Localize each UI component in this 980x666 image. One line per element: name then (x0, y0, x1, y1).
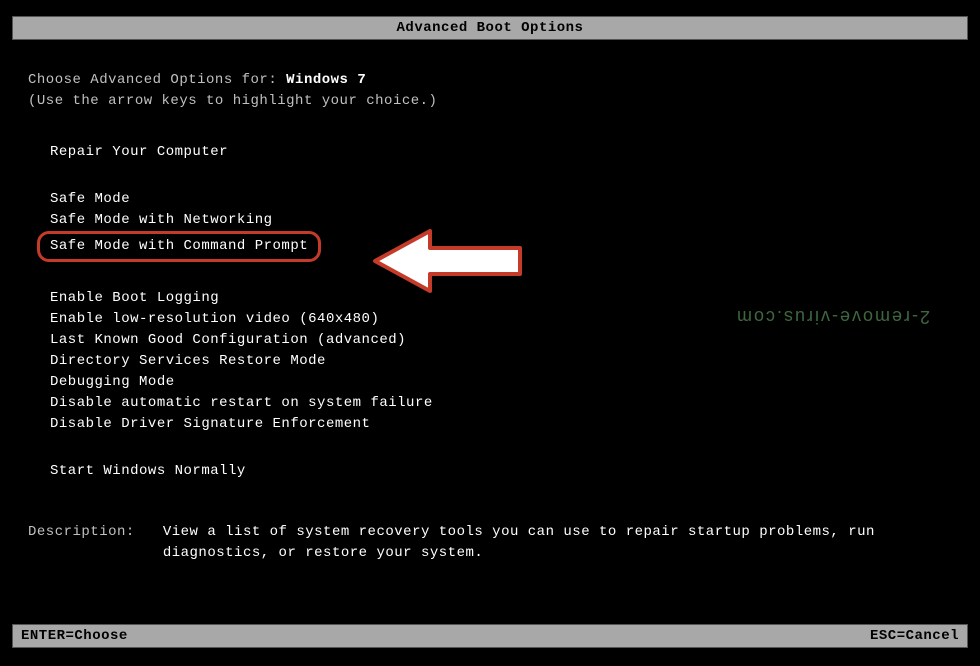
footer-bar: ENTER=Choose ESC=Cancel (12, 624, 968, 648)
menu-debugging[interactable]: Debugging Mode (50, 372, 952, 393)
os-name: Windows 7 (286, 72, 366, 88)
menu-repair[interactable]: Repair Your Computer (50, 142, 952, 163)
menu-safe-mode[interactable]: Safe Mode (50, 189, 952, 210)
intro-block: Choose Advanced Options for: Windows 7 (… (28, 70, 952, 112)
menu-disable-restart[interactable]: Disable automatic restart on system fail… (50, 393, 952, 414)
title-bar: Advanced Boot Options (12, 16, 968, 40)
menu-start-normally[interactable]: Start Windows Normally (50, 461, 952, 482)
menu-safe-mode-cmd-wrapper[interactable]: Safe Mode with Command Prompt (50, 231, 952, 262)
menu-safe-mode-networking[interactable]: Safe Mode with Networking (50, 210, 952, 231)
intro-hint: (Use the arrow keys to highlight your ch… (28, 91, 952, 112)
menu-last-known[interactable]: Last Known Good Configuration (advanced) (50, 330, 952, 351)
menu-safe-mode-cmd[interactable]: Safe Mode with Command Prompt (37, 231, 321, 262)
intro-prefix: Choose Advanced Options for: (28, 72, 286, 88)
menu-ds-restore[interactable]: Directory Services Restore Mode (50, 351, 952, 372)
description-text: View a list of system recovery tools you… (163, 522, 952, 564)
footer-esc: ESC=Cancel (870, 628, 959, 644)
title-text: Advanced Boot Options (397, 20, 584, 36)
description-block: Description: View a list of system recov… (28, 522, 952, 564)
description-label: Description: (28, 522, 135, 564)
menu-disable-sig[interactable]: Disable Driver Signature Enforcement (50, 414, 952, 435)
watermark-text: 2-remove-virus.com (735, 306, 930, 327)
footer-enter: ENTER=Choose (21, 628, 128, 644)
